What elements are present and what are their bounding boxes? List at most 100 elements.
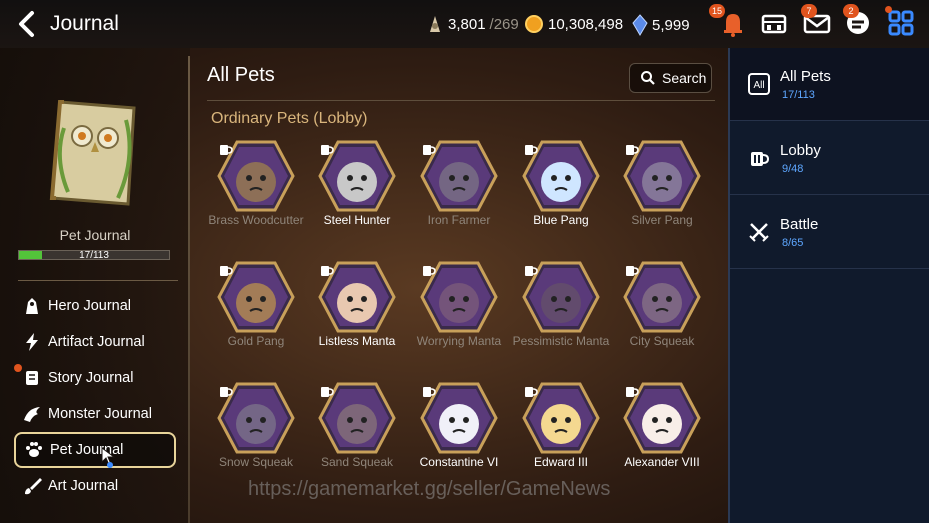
pet-portrait [522, 261, 600, 333]
top-bar: Journal 3,801/269 10,308,498 5,999 15 7 … [0, 0, 929, 48]
gold-value: 10,308,498 [548, 15, 624, 33]
pet-portrait [217, 261, 295, 333]
menu-item-story-journal[interactable]: Story Journal [14, 360, 176, 396]
pet-portrait [420, 140, 498, 212]
pet-name: Edward III [533, 455, 589, 469]
pet-card[interactable]: City Squeak [612, 261, 712, 348]
lobby-mug-icon [626, 145, 639, 155]
lobby-mug-icon [220, 266, 233, 276]
pet-name: Listless Manta [318, 334, 396, 348]
chat-badge: 2 [843, 4, 859, 18]
journal-progress-bar: 17/113 [18, 250, 170, 261]
pet-name: Iron Farmer [427, 213, 491, 227]
lobby-mug-icon [423, 387, 436, 397]
pet-name: Worrying Manta [416, 334, 502, 348]
pet-card[interactable]: Snow Squeak [206, 382, 306, 469]
menu-item-hero-journal[interactable]: Hero Journal [14, 288, 176, 324]
pet-portrait [623, 261, 701, 333]
menu-item-label: Hero Journal [48, 298, 132, 314]
lobby-mug-icon [525, 145, 538, 155]
menu-item-monster-journal[interactable]: Monster Journal [14, 396, 176, 432]
pet-name: Brass Woodcutter [208, 213, 304, 227]
menu-item-art-journal[interactable]: Art Journal [14, 468, 176, 504]
gold-coin-icon [525, 15, 543, 33]
pet-portrait [318, 261, 396, 333]
pet-card[interactable]: Sand Squeak [307, 382, 407, 469]
hero-icon [26, 298, 38, 314]
lobby-mug-icon [321, 387, 334, 397]
stamina-icon [430, 16, 440, 32]
pet-portrait [522, 140, 600, 212]
pet-card[interactable]: Listless Manta [307, 261, 407, 348]
lobby-mug-icon [423, 145, 436, 155]
pet-card[interactable]: Worrying Manta [409, 261, 509, 348]
pet-name: Pessimistic Manta [512, 334, 610, 348]
shop-icon[interactable] [759, 8, 789, 38]
crystal-value: 5,999 [652, 16, 690, 34]
tab-count: 8/65 [782, 237, 804, 249]
menu-item-label: Artifact Journal [48, 334, 145, 350]
pet-name: Sand Squeak [320, 455, 394, 469]
search-label: Search [662, 70, 707, 86]
menu-item-artifact-journal[interactable]: Artifact Journal [14, 324, 176, 360]
pet-card[interactable]: Gold Pang [206, 261, 306, 348]
lobby-mug-icon [423, 266, 436, 276]
stamina-resource[interactable]: 3,801/269 [426, 14, 519, 34]
stamina-value: 3,801 [448, 15, 486, 33]
notifications-badge: 15 [709, 4, 726, 18]
lobby-mug-icon [626, 387, 639, 397]
tab-battle[interactable]: Battle 8/65 [730, 196, 929, 269]
pet-card[interactable]: Constantine VI [409, 382, 509, 469]
menu-item-label: Art Journal [48, 478, 119, 494]
pet-portrait [420, 382, 498, 454]
title-divider [207, 100, 715, 101]
pet-portrait [318, 140, 396, 212]
pet-name: Gold Pang [227, 334, 285, 348]
lobby-mug-icon [321, 266, 334, 276]
lobby-mug-icon [525, 387, 538, 397]
left-panel: Pet Journal 17/113 Hero Journal Artifact… [0, 48, 190, 523]
svg-text:All: All [753, 80, 764, 91]
grid-menu-icon[interactable] [886, 8, 916, 38]
stamina-max: /269 [489, 15, 519, 33]
pet-journal-book-icon [49, 100, 136, 206]
watermark: https://gamemarket.gg/seller/GameNews [248, 478, 611, 500]
menu-item-label: Monster Journal [48, 406, 152, 422]
pet-name: Steel Hunter [323, 213, 391, 227]
pet-card[interactable]: Blue Pang [511, 140, 611, 227]
pet-card[interactable]: Iron Farmer [409, 140, 509, 227]
pet-portrait [318, 382, 396, 454]
pet-name: Blue Pang [533, 213, 589, 227]
paw-icon [26, 442, 42, 457]
pet-card[interactable]: Steel Hunter [307, 140, 407, 227]
pet-name: Alexander VIII [624, 455, 700, 469]
pet-name: Silver Pang [631, 213, 693, 227]
divider [18, 280, 178, 281]
lobby-mug-icon [220, 145, 233, 155]
tab-label: Lobby [780, 142, 821, 159]
mail-badge: 7 [801, 4, 817, 18]
artifact-icon [26, 333, 38, 351]
crystal-icon [632, 14, 648, 36]
pet-card[interactable]: Alexander VIII [612, 382, 712, 469]
search-button[interactable]: Search [629, 63, 712, 93]
tab-count: 17/113 [782, 89, 815, 101]
menu-item-pet-journal[interactable]: Pet Journal [14, 432, 176, 468]
pet-card[interactable]: Edward III [511, 382, 611, 469]
pet-name: City Squeak [629, 334, 695, 348]
lobby-mug-icon [321, 145, 334, 155]
pet-name: Snow Squeak [218, 455, 294, 469]
gold-resource[interactable]: 10,308,498 [524, 14, 623, 34]
section-title: Ordinary Pets (Lobby) [211, 110, 368, 127]
tab-all-pets[interactable]: All All Pets 17/113 [730, 48, 929, 121]
mug-icon [751, 152, 770, 166]
back-arrow-icon[interactable] [14, 10, 42, 38]
tab-lobby[interactable]: Lobby 9/48 [730, 122, 929, 195]
journal-label: Pet Journal [59, 227, 131, 243]
pet-card[interactable]: Pessimistic Manta [511, 261, 611, 348]
lobby-mug-icon [525, 266, 538, 276]
pet-card[interactable]: Brass Woodcutter [206, 140, 306, 227]
crystal-resource[interactable]: 5,999 [632, 14, 690, 36]
pet-card[interactable]: Silver Pang [612, 140, 712, 227]
pet-portrait [420, 261, 498, 333]
